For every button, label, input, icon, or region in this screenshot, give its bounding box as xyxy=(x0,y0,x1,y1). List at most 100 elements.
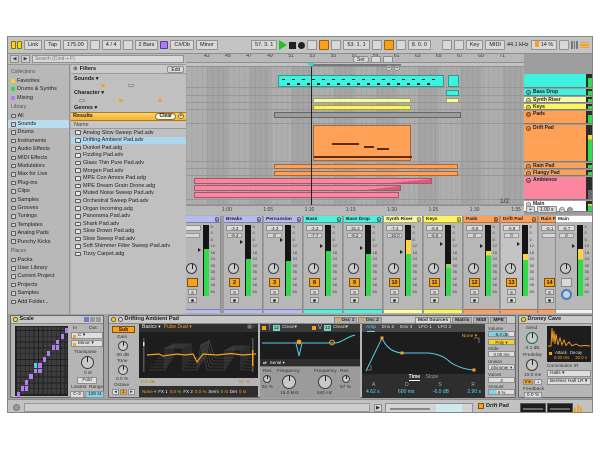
metronome-icon[interactable] xyxy=(90,40,100,50)
sounds-group-header[interactable]: Sounds ▾ xyxy=(71,74,186,83)
punch-in-icon[interactable] xyxy=(372,40,382,50)
scale-grid[interactable] xyxy=(15,326,68,396)
time-tab[interactable]: Time xyxy=(409,374,421,381)
filter-tag[interactable] xyxy=(141,99,145,102)
scale-base-select[interactable]: C ▾ xyxy=(71,332,103,339)
det-value[interactable]: 0 st xyxy=(239,389,246,394)
lock-envelopes-icon[interactable] xyxy=(383,56,393,63)
sidebar-item-library[interactable]: Punchy Kicks xyxy=(8,238,69,246)
filter-tag[interactable] xyxy=(92,99,96,102)
wavetable-position-value[interactable]: 51 % xyxy=(239,380,250,386)
result-item[interactable]: Morgen Pad.adv xyxy=(71,167,186,175)
mixer-strip-bass-drop[interactable]: Bass Drop× -15.3 -9.2 6 0 6 12 18 24 30 … xyxy=(344,216,383,313)
mixer-strip-percussion[interactable]: Percussion× -4.3 0 6 0 6 12 18 24 30 36 … xyxy=(264,216,303,313)
sidebar-item-place[interactable]: Projects xyxy=(8,281,69,289)
filter1-freq-value[interactable]: 15.0 kHz xyxy=(280,391,299,397)
result-item[interactable]: Shark Pad.adv xyxy=(71,220,186,228)
reverb-title-bar[interactable]: Droney Cave xyxy=(519,316,592,324)
solo-button[interactable]: S xyxy=(310,289,319,295)
transpose-value[interactable]: 0 st xyxy=(84,371,92,377)
ir-category-select[interactable]: Halls ▾ xyxy=(547,370,591,377)
volume-value[interactable]: -9.8 xyxy=(466,225,483,231)
scale-name-select[interactable]: Minor ▾ xyxy=(71,340,103,347)
osc-category-select[interactable]: Basics ▾ xyxy=(142,325,161,331)
clip-flangy-pad[interactable] xyxy=(274,171,458,176)
filter-tag[interactable] xyxy=(97,99,101,102)
arm-button[interactable] xyxy=(310,297,319,303)
feedback-value[interactable]: 0.0 % xyxy=(524,392,542,398)
zoom-in-icon[interactable]: + xyxy=(394,65,400,71)
mixer-strip-breaks[interactable]: Breaks× -3.3 -9.4 6 0 6 12 18 24 30 36 4… xyxy=(224,216,263,313)
filter-tag[interactable] xyxy=(84,84,88,87)
track-header-keys[interactable]: ×Keys xyxy=(524,104,586,110)
filter-display[interactable] xyxy=(260,332,360,359)
voice-mode-select[interactable]: Poly ▾ xyxy=(488,339,515,345)
sidebar-item-library[interactable]: Max for Live xyxy=(8,170,69,178)
effect-mode-select[interactable]: None ▾ xyxy=(142,389,156,394)
filter-tag[interactable] xyxy=(169,99,173,102)
result-item[interactable]: Tizzy Carpet.adg xyxy=(71,250,186,258)
sidebar-item-collection[interactable]: Mixing xyxy=(8,94,69,102)
mixer-strip-rain-pad[interactable]: Rain Pad -5.1 14 S xyxy=(539,216,556,313)
device-thumbnail[interactable] xyxy=(520,403,546,413)
pan-knob[interactable] xyxy=(468,263,479,274)
sidebar-item-library[interactable]: Samples xyxy=(8,196,69,204)
track-header-synth-riser[interactable]: ×Synth Riser xyxy=(524,97,586,103)
filter-tag[interactable] xyxy=(119,99,123,102)
track-number[interactable] xyxy=(187,278,198,287)
synth-title-bar[interactable]: Drifting Ambient Pad Osc 1 Osc 2 Mod Sou… xyxy=(109,316,515,324)
volume-value[interactable]: -5.8 xyxy=(503,225,520,231)
filter-tag[interactable] xyxy=(103,99,107,102)
filter-tag[interactable] xyxy=(136,99,140,102)
sidebar-item-library[interactable]: Tunings xyxy=(8,212,69,220)
device-on-icon[interactable] xyxy=(111,317,116,322)
draw-mode-icon[interactable] xyxy=(442,40,452,50)
track-header-bass-drop[interactable]: ×Bass Drop xyxy=(524,89,586,96)
link-button[interactable]: Link xyxy=(24,40,42,50)
chain-play-icon[interactable]: ▶ xyxy=(374,404,382,412)
hotswap-icon[interactable] xyxy=(118,317,123,322)
device-on-icon[interactable] xyxy=(521,317,526,322)
time-signature-field[interactable]: 4 / 4 xyxy=(102,40,121,50)
sidebar-item-place[interactable]: Current Project xyxy=(8,272,69,280)
volume-value[interactable]: -3.3 xyxy=(226,225,243,231)
zoom-out-icon[interactable]: + xyxy=(386,65,392,71)
sidebar-item-library[interactable]: Templates xyxy=(8,221,69,229)
selected-track-indicator[interactable]: Drift Pad xyxy=(478,403,509,409)
clip-ambience-3[interactable] xyxy=(194,192,399,198)
volume-value[interactable]: -6.7 xyxy=(558,225,575,231)
filter-tag[interactable] xyxy=(152,99,156,102)
range-value[interactable]: 128 st xyxy=(85,391,104,398)
track-number[interactable]: 2 xyxy=(229,278,240,287)
result-item[interactable]: MPE Con Amore Pad.adg xyxy=(71,175,186,183)
pan-knob[interactable] xyxy=(428,263,439,274)
track-number[interactable]: 8 xyxy=(309,278,320,287)
filter1-slope[interactable]: 12 xyxy=(273,325,280,330)
map-mode-icon[interactable] xyxy=(84,317,89,322)
result-item[interactable]: Slow Sweep Pad.adv xyxy=(71,235,186,243)
filter-tag[interactable] xyxy=(106,84,110,87)
sidebar-item-library[interactable]: Analog Pads xyxy=(8,229,69,237)
scale-title-bar[interactable]: Scale xyxy=(11,316,103,324)
tab-mod-sources[interactable]: Mod Sources xyxy=(415,317,451,324)
pan-knob[interactable] xyxy=(268,263,279,274)
filter2-freq-knob[interactable] xyxy=(318,375,332,389)
send-value[interactable]: -3.1 dB xyxy=(524,346,539,352)
fold-button[interactable]: Fold xyxy=(77,377,97,384)
filter-tag[interactable] xyxy=(79,99,85,102)
result-item[interactable]: MPE Dream Grain Drone.adg xyxy=(71,182,186,190)
loop-length-field[interactable]: 8. 0. 0 xyxy=(408,40,431,50)
sidebar-item-place[interactable]: Samples xyxy=(8,289,69,297)
mixer-strip-bass[interactable]: Bass× -2.3 -7.7 6 0 6 12 18 24 30 36 42 … xyxy=(304,216,343,313)
punch-out-icon[interactable] xyxy=(396,40,406,50)
result-item[interactable]: Soft Shimmer Filter Sweep Pad.adv xyxy=(71,243,186,251)
re-enable-automation-icon[interactable] xyxy=(319,40,329,50)
name-column-header[interactable]: Name xyxy=(71,121,186,129)
filter1-header[interactable]: ⌠ 12 Clean▾ xyxy=(260,324,310,332)
slope-tab[interactable]: Slope xyxy=(426,374,439,380)
octave-value[interactable]: 1 xyxy=(120,389,127,395)
capture-midi-icon[interactable] xyxy=(331,40,341,50)
result-item[interactable]: Analog Slow Sweep Pad.adv xyxy=(71,129,186,137)
tone-value[interactable]: 0.0 % xyxy=(116,377,128,383)
sidebar-item-library[interactable]: Grooves xyxy=(8,204,69,212)
